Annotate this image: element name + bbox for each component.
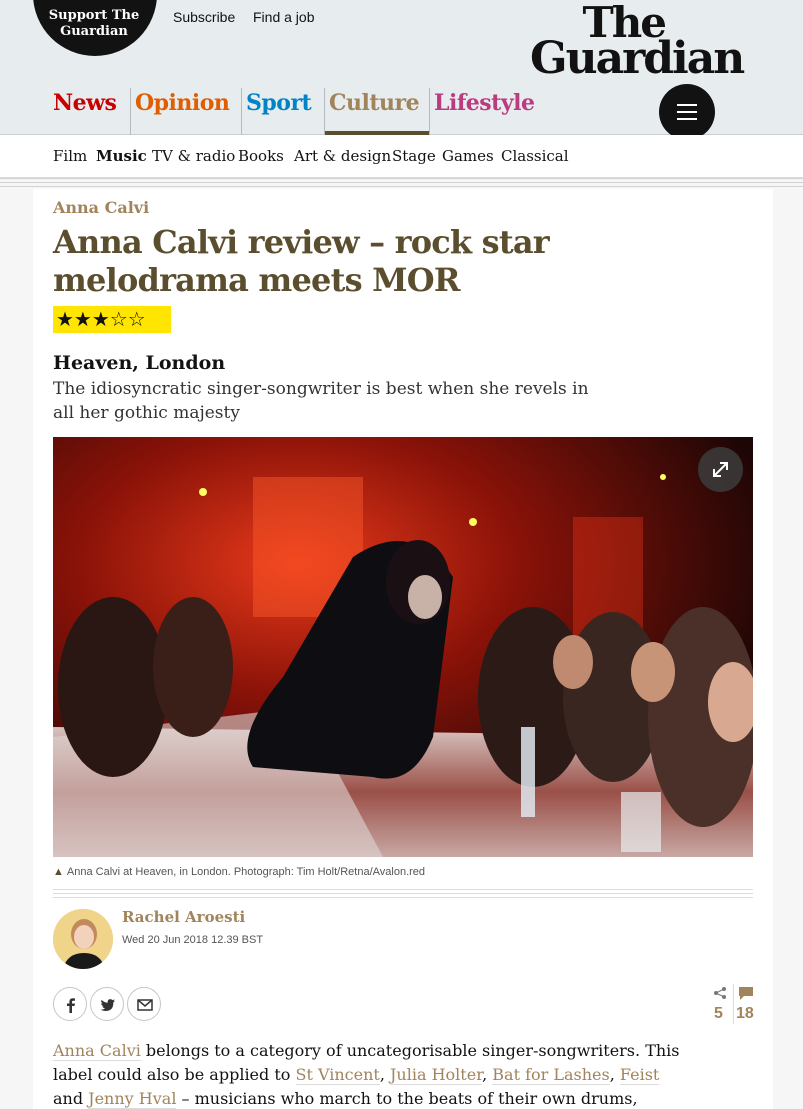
caption-triangle-icon: ▲	[53, 866, 64, 878]
meta-divider	[53, 889, 753, 890]
support-link[interactable]: Support The Guardian	[44, 8, 144, 40]
support-line1: Support The	[48, 8, 140, 23]
comment-count[interactable]: 18	[736, 1005, 754, 1023]
link-feist[interactable]: Feist	[619, 1065, 660, 1085]
photo-caption: ▲ Anna Calvi at Heaven, in London. Photog…	[53, 866, 425, 878]
email-icon	[137, 999, 153, 1011]
sub-navigation: Film Music TV & radio Books Art & design…	[0, 135, 803, 178]
subnav-games[interactable]: Games	[442, 147, 494, 165]
pillar-lifestyle[interactable]: Lifestyle	[429, 88, 539, 135]
meta-divider	[53, 897, 753, 898]
subnav-tv-radio[interactable]: TV & radio	[152, 147, 235, 165]
support-line2: Guardian	[60, 24, 128, 39]
subscribe-link[interactable]: Subscribe	[173, 9, 235, 25]
link-julia-holter[interactable]: Julia Holter	[390, 1065, 483, 1085]
guardian-logo[interactable]: The Guardian	[530, 2, 760, 82]
expand-image-button[interactable]	[698, 447, 743, 492]
share-twitter-button[interactable]	[90, 987, 124, 1021]
share-count-icon	[714, 987, 726, 999]
main-photo[interactable]	[53, 437, 753, 857]
subnav-music[interactable]: Music	[96, 147, 147, 165]
star-rating: ★★★☆☆	[53, 306, 171, 333]
expand-icon	[713, 462, 728, 477]
share-facebook-button[interactable]	[53, 987, 87, 1021]
pillar-opinion[interactable]: Opinion	[130, 88, 245, 135]
comment-icon[interactable]	[738, 986, 754, 1002]
twitter-icon	[100, 999, 115, 1011]
publish-date: Wed 20 Jun 2018 12.39 BST	[122, 934, 264, 946]
share-count: 5	[714, 1005, 723, 1022]
concert-photo	[53, 437, 753, 857]
author-portrait	[53, 909, 113, 969]
link-anna-calvi[interactable]: Anna Calvi	[53, 1041, 141, 1061]
author-name[interactable]: Rachel Aroesti	[122, 908, 245, 926]
engagement-counts: 5 18	[713, 984, 758, 1024]
body-text-span: – musicians who march to the beats of th…	[176, 1089, 638, 1108]
link-jenny-hval[interactable]: Jenny Hval	[88, 1089, 177, 1109]
pillar-sport[interactable]: Sport	[241, 88, 324, 135]
subnav-stage[interactable]: Stage	[392, 147, 436, 165]
author-avatar[interactable]	[53, 909, 113, 969]
subnav-film[interactable]: Film	[53, 147, 87, 165]
caption-text: Anna Calvi at Heaven, in London. Photogr…	[66, 866, 426, 878]
pillar-news[interactable]: News	[49, 88, 126, 135]
pillar-culture[interactable]: Culture	[324, 88, 429, 135]
section-rule	[0, 178, 803, 188]
body-text-span: ,	[482, 1065, 493, 1084]
article: Anna Calvi Anna Calvi review – rock star…	[33, 189, 773, 1109]
body-text-span: ,	[609, 1065, 620, 1084]
link-bat-for-lashes[interactable]: Bat for Lashes	[492, 1065, 610, 1085]
count-divider	[733, 984, 734, 1024]
meta-divider	[53, 893, 753, 894]
body-text-span: ,	[379, 1065, 391, 1084]
share-email-button[interactable]	[127, 987, 161, 1021]
body-text-span: and	[53, 1089, 89, 1108]
link-st-vincent[interactable]: St Vincent	[295, 1065, 380, 1085]
subnav-art-design[interactable]: Art & design	[294, 147, 391, 165]
facebook-icon	[67, 998, 75, 1013]
subnav-books[interactable]: Books	[238, 147, 284, 165]
subnav-classical[interactable]: Classical	[501, 147, 569, 165]
logo-line2: Guardian	[530, 33, 745, 84]
article-kicker[interactable]: Anna Calvi	[53, 198, 149, 217]
article-body: Anna Calvi belongs to a category of unca…	[53, 1039, 693, 1109]
article-standfirst: The idiosyncratic singer-songwriter is b…	[53, 379, 589, 423]
article-venue: Heaven, London	[53, 352, 226, 374]
site-header: Support The Guardian Subscribe Find a jo…	[0, 0, 803, 140]
menu-button[interactable]	[659, 84, 715, 140]
article-headline: Anna Calvi review – rock star melodrama …	[53, 223, 550, 299]
find-job-link[interactable]: Find a job	[253, 9, 314, 25]
